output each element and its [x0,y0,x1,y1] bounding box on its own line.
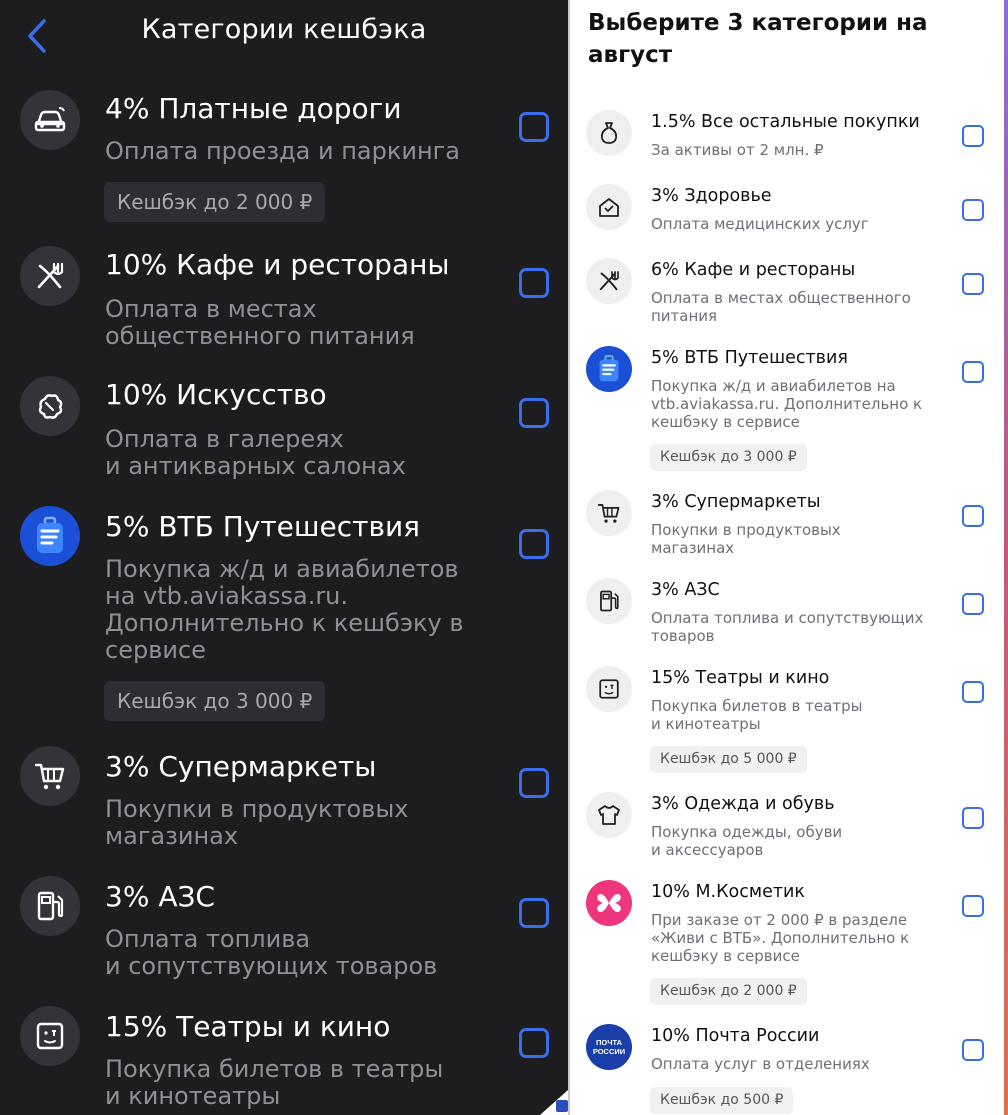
category-title: 3% Супермаркеты [105,750,377,783]
category-description: Оплата в местах общественного питания [651,289,911,325]
category-title: 15% Театры и кино [105,1010,391,1043]
corner-marker [556,1100,568,1112]
category-checkbox[interactable] [962,125,984,147]
cashback-limit-badge: Кешбэк до 5 000 ₽ [650,746,807,773]
window-edge [1004,0,1008,1115]
category-title: 1.5% Все остальные покупки [651,112,920,132]
fuel-icon [586,578,632,624]
category-checkbox[interactable] [962,199,984,221]
health-icon [586,184,632,230]
category-description: Оплата проезда и паркинга [105,137,460,165]
cashback-limit-badge: Кешбэк до 2 000 ₽ [650,978,807,1005]
car-icon [20,90,80,150]
category-title: 3% Одежда и обувь [651,794,835,814]
butterfly-icon [586,880,632,926]
tshirt-icon [586,792,632,838]
theater-icon [20,1006,80,1066]
suitcase-icon [586,346,632,392]
category-description: Оплата топлива и сопутствующих товаров [651,609,924,645]
category-title: 5% ВТБ Путешествия [105,510,420,543]
category-title: 4% Платные дороги [105,92,402,125]
cashback-limit-badge: Кешбэк до 3 000 ₽ [104,681,326,721]
category-title: 10% М.Косметик [651,882,805,902]
palette-icon [20,376,80,436]
category-checkbox[interactable] [962,1039,984,1061]
category-title: 3% Здоровье [651,186,772,206]
right-panel: Выберите 3 категории на август 1.5% Все … [570,0,1004,1115]
category-title: 5% ВТБ Путешествия [651,348,848,368]
page-title: Категории кешбэка [141,14,427,45]
category-title: 10% Искусство [105,378,327,411]
category-description: Покупка билетов в театры и кинотеатры [651,697,863,733]
category-title: 6% Кафе и рестораны [651,260,856,280]
fork-knife-icon [20,246,80,306]
category-checkbox[interactable] [962,361,984,383]
category-description: Оплата топлива и сопутствующих товаров [105,925,438,980]
category-title: 10% Почта России [651,1026,820,1046]
category-description: Оплата в галереях и антикварных салонах [105,425,406,480]
fork-knife-icon [586,258,632,304]
theater-icon [586,666,632,712]
category-checkbox[interactable] [519,898,549,928]
category-checkbox[interactable] [519,1028,549,1058]
category-title: 15% Театры и кино [651,668,830,688]
suitcase-icon [20,506,80,566]
category-description: Оплата услуг в отделениях [651,1055,870,1073]
category-checkbox[interactable] [962,807,984,829]
cart-icon [586,490,632,536]
category-checkbox[interactable] [962,505,984,527]
category-description: Оплата в местах общественного питания [105,295,415,350]
category-title: 3% АЗС [105,880,215,913]
category-checkbox[interactable] [519,529,549,559]
category-checkbox[interactable] [519,268,549,298]
category-checkbox[interactable] [519,768,549,798]
category-description: Покупка ж/д и авиабилетов на vtb.aviakas… [651,377,923,431]
cashback-limit-badge: Кешбэк до 2 000 ₽ [104,182,326,222]
category-description: Оплата медицинских услуг [651,215,869,233]
category-description: Покупки в продуктовых магазинах [105,795,409,850]
fuel-icon [20,876,80,936]
category-description: При заказе от 2 000 ₽ в разделе «Живи с … [651,911,910,965]
category-description: Покупка ж/д и авиабилетов на vtb.aviakas… [105,555,464,664]
category-description: Покупка одежды, обуви и аксессуаров [651,823,843,859]
category-description: Покупка билетов в театры и кинотеатры [105,1055,444,1110]
bag-icon [586,110,632,156]
category-checkbox[interactable] [519,112,549,142]
category-checkbox[interactable] [519,398,549,428]
cashback-limit-badge: Кешбэк до 500 ₽ [650,1087,794,1114]
category-description: Покупки в продуктовых магазинах [651,521,841,557]
category-checkbox[interactable] [962,681,984,703]
category-title: 10% Кафе и рестораны [105,248,450,281]
category-checkbox[interactable] [962,593,984,615]
russian-post-logo: ПОЧТА РОССИИ [586,1024,632,1070]
cashback-limit-badge: Кешбэк до 3 000 ₽ [650,444,807,471]
category-checkbox[interactable] [962,273,984,295]
category-title: 3% АЗС [651,580,720,600]
cart-icon [20,746,80,806]
page-title: Выберите 3 категории на август [588,10,928,68]
category-title: 3% Супермаркеты [651,492,821,512]
russian-post-logo-text: ПОЧТА РОССИИ [592,1038,626,1056]
left-panel: Категории кешбэка 4% Платные дороги Опла… [0,0,568,1115]
category-description: За активы от 2 млн. ₽ [651,141,824,159]
category-checkbox[interactable] [962,895,984,917]
